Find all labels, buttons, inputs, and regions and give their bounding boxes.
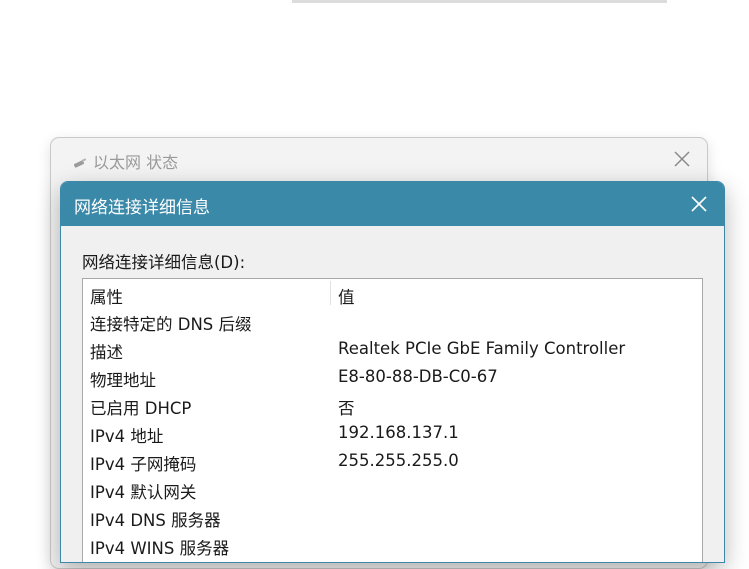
table-row[interactable]: IPv4 DNS 服务器 [83,503,702,531]
row-property: 已启用 DHCP [90,399,192,418]
ethernet-status-title: 以太网 状态 [93,153,179,172]
close-icon[interactable] [671,148,693,170]
dialog-title-bar[interactable]: 网络连接详细信息 [61,182,724,226]
column-header-value[interactable]: 值 [338,284,355,308]
table-row[interactable]: IPv4 WINS 服务器 [83,531,702,559]
details-list-label: 网络连接详细信息(D): [82,253,246,272]
list-header: 属性 值 [83,279,702,307]
network-adapter-icon [73,154,87,168]
dialog-title: 网络连接详细信息 [74,198,210,218]
network-connection-details-dialog: 网络连接详细信息 网络连接详细信息(D): 属性 值 连接特定的 DNS 后缀 … [60,181,725,563]
row-value: 192.168.137.1 [338,423,459,442]
row-value: 255.255.255.0 [338,451,459,470]
row-property: IPv4 WINS 服务器 [90,539,230,558]
row-property: IPv4 默认网关 [90,483,197,502]
column-header-property[interactable]: 属性 [90,284,123,308]
column-divider[interactable] [330,281,331,305]
row-property: 描述 [90,343,123,362]
row-value: 否 [338,399,355,418]
details-list-view[interactable]: 属性 值 连接特定的 DNS 后缀 描述 Realtek PCIe GbE Fa… [82,278,703,562]
table-row[interactable]: 描述 Realtek PCIe GbE Family Controller [83,335,702,363]
table-row[interactable]: IPv4 子网掩码 255.255.255.0 [83,447,702,475]
row-property: 连接特定的 DNS 后缀 [90,315,252,334]
background-window-edge [292,0,667,3]
ethernet-status-title-bar: 以太网 状态 [73,149,178,173]
table-row[interactable]: 物理地址 E8-80-88-DB-C0-67 [83,363,702,391]
table-row[interactable]: 已启用 DHCP 否 [83,391,702,419]
list-rows: 连接特定的 DNS 后缀 描述 Realtek PCIe GbE Family … [83,307,702,559]
row-value: Realtek PCIe GbE Family Controller [338,339,626,358]
table-row[interactable]: 连接特定的 DNS 后缀 [83,307,702,335]
close-icon[interactable] [688,193,710,215]
row-property: IPv4 DNS 服务器 [90,511,221,530]
row-property: IPv4 地址 [90,427,164,446]
row-value: E8-80-88-DB-C0-67 [338,367,498,386]
table-row[interactable]: IPv4 地址 192.168.137.1 [83,419,702,447]
row-property: 物理地址 [90,371,156,390]
row-property: IPv4 子网掩码 [90,455,197,474]
table-row[interactable]: IPv4 默认网关 [83,475,702,503]
